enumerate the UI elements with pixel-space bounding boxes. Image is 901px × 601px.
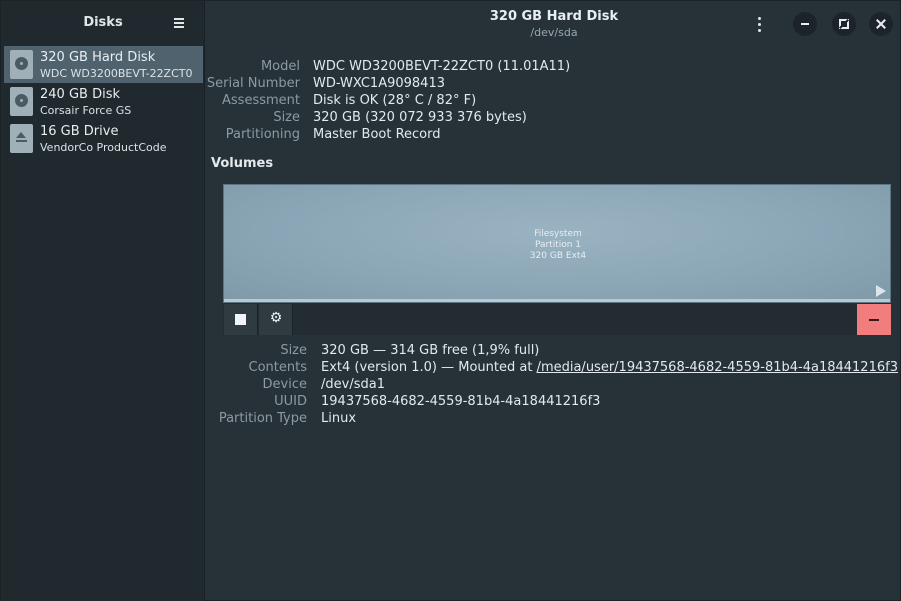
maximize-button[interactable] bbox=[832, 12, 856, 36]
partition-type-label: Partition Type bbox=[218, 411, 307, 426]
disk-item-240gb[interactable]: 240 GB Disk Corsair Force GS bbox=[4, 83, 203, 120]
size-label: Size bbox=[273, 110, 300, 125]
close-button[interactable] bbox=[869, 12, 893, 36]
play-icon bbox=[876, 285, 886, 297]
window-subtitle: /dev/sda bbox=[530, 26, 578, 39]
eject-icon bbox=[10, 124, 33, 153]
hamburger-menu-icon[interactable] bbox=[172, 16, 186, 30]
device-value: /dev/sda1 bbox=[321, 377, 385, 392]
size-value: 320 GB (320 072 933 376 bytes) bbox=[313, 110, 527, 125]
partition-block[interactable]: Filesystem Partition 1 320 GB Ext4 bbox=[223, 184, 891, 303]
model-label: Model bbox=[260, 59, 300, 74]
partition-size-value: 320 GB — 314 GB free (1,9% full) bbox=[321, 343, 540, 358]
partition-type-text: Filesystem bbox=[534, 229, 582, 239]
partitioning-value: Master Boot Record bbox=[313, 127, 441, 142]
minus-icon bbox=[869, 319, 879, 321]
partition-options-button[interactable]: ⚙ bbox=[259, 304, 293, 335]
serial-value: WD-WXC1A9098413 bbox=[313, 76, 445, 91]
volumes-title: Volumes bbox=[211, 156, 274, 171]
partition-size-text: 320 GB Ext4 bbox=[529, 251, 587, 261]
partition-type-value: Linux bbox=[321, 411, 357, 426]
contents-text: Ext4 (version 1.0) — Mounted at bbox=[321, 360, 537, 375]
uuid-label: UUID bbox=[274, 394, 307, 409]
maximize-icon bbox=[839, 19, 849, 29]
gears-icon: ⚙ bbox=[269, 310, 283, 326]
kebab-menu-icon[interactable] bbox=[754, 15, 766, 33]
disks-window: Disks 320 GB Hard Disk WDC WD3200BEVT-22… bbox=[0, 0, 901, 601]
disk-item-16gb[interactable]: 16 GB Drive VendorCo ProductCode bbox=[4, 120, 203, 157]
partitioning-label: Partitioning bbox=[225, 127, 300, 142]
uuid-value: 19437568-4682-4559-81b4-4a18441216f3 bbox=[321, 394, 601, 409]
disk-model: VendorCo ProductCode bbox=[40, 141, 167, 154]
sidebar-header: Disks bbox=[1, 1, 204, 45]
serial-label: Serial Number bbox=[206, 76, 300, 91]
delete-partition-button[interactable] bbox=[857, 304, 891, 335]
hard-disk-icon bbox=[10, 50, 33, 79]
sidebar: Disks 320 GB Hard Disk WDC WD3200BEVT-22… bbox=[1, 1, 205, 601]
window-title: 320 GB Hard Disk bbox=[489, 9, 619, 24]
disk-name: 240 GB Disk bbox=[40, 87, 120, 102]
stop-icon bbox=[235, 314, 246, 325]
disk-name: 16 GB Drive bbox=[40, 124, 119, 139]
contents-label: Contents bbox=[248, 360, 307, 375]
disk-model: Corsair Force GS bbox=[40, 104, 132, 117]
model-value: WDC WD3200BEVT-22ZCT0 (11.01A11) bbox=[313, 59, 571, 74]
minimize-button[interactable] bbox=[793, 12, 817, 36]
assessment-label: Assessment bbox=[222, 93, 300, 108]
hard-disk-icon bbox=[10, 87, 33, 116]
volume-toolbar: ⚙ bbox=[223, 303, 891, 335]
partition-size-label: Size bbox=[280, 343, 307, 358]
disk-list: 320 GB Hard Disk WDC WD3200BEVT-22ZCT0 2… bbox=[4, 46, 203, 157]
close-icon bbox=[876, 19, 886, 29]
disk-model: WDC WD3200BEVT-22ZCT0 bbox=[40, 67, 193, 80]
partition-name-text: Partition 1 bbox=[534, 240, 582, 250]
unmount-button[interactable] bbox=[224, 304, 258, 335]
mount-point-link[interactable]: /media/user/19437568-4682-4559-81b4-4a18… bbox=[537, 360, 898, 375]
disk-name: 320 GB Hard Disk bbox=[40, 50, 156, 65]
minimize-icon bbox=[801, 23, 809, 25]
assessment-value: Disk is OK (28° C / 82° F) bbox=[313, 93, 477, 108]
contents-value: Ext4 (version 1.0) — Mounted at /media/u… bbox=[321, 360, 898, 375]
disk-item-320gb[interactable]: 320 GB Hard Disk WDC WD3200BEVT-22ZCT0 bbox=[4, 46, 203, 83]
device-label: Device bbox=[262, 377, 307, 392]
